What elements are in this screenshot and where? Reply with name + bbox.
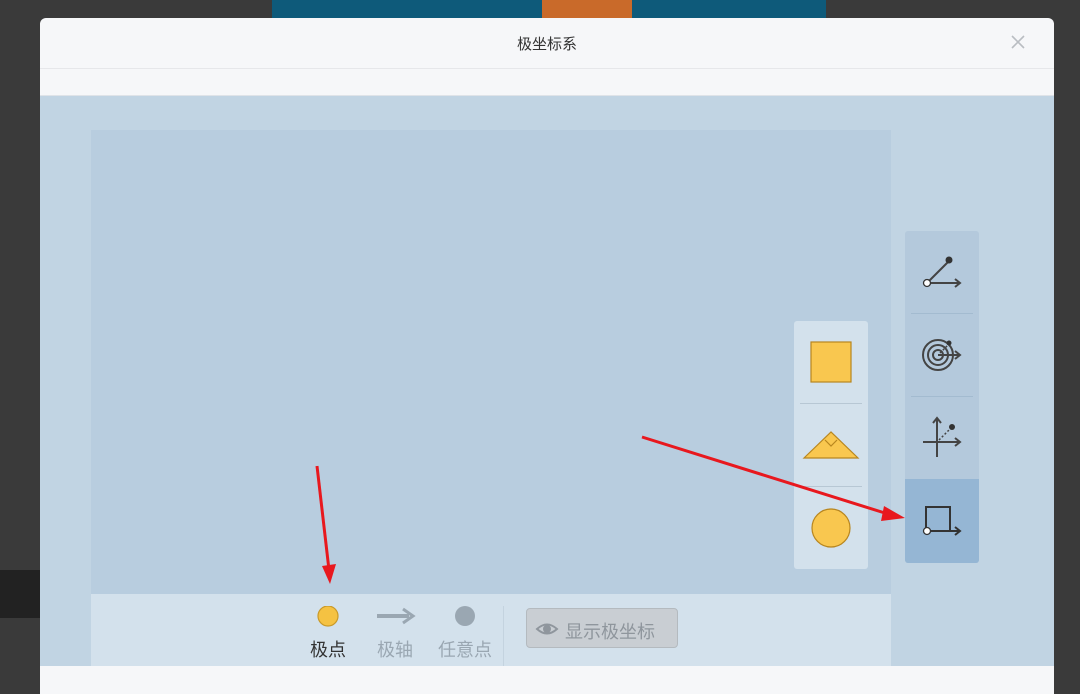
background-image-strip — [272, 0, 826, 18]
circle-shape-icon — [811, 508, 851, 548]
eye-icon — [535, 623, 559, 635]
rectangle-axis-tool[interactable] — [905, 479, 979, 563]
pole-point-label: 极点 — [310, 640, 346, 661]
polar-axis-arrow-icon — [377, 607, 416, 625]
arbitrary-point-label: 任意点 — [438, 640, 492, 661]
polar-axis-label: 极轴 — [377, 640, 413, 661]
polar-coordinate-dialog: 极坐标系 极点 极轴 任意点 显示极坐标 — [40, 18, 1054, 694]
drawing-canvas[interactable] — [91, 130, 891, 594]
triangle-shape-button[interactable] — [794, 404, 868, 486]
arbitrary-point-tool[interactable]: 任意点 — [435, 606, 495, 664]
triangle-shape-icon — [802, 431, 860, 459]
arbitrary-point-icon — [455, 606, 475, 626]
show-polar-coordinates-label: 显示极坐标 — [565, 622, 655, 643]
polar-target-tool[interactable] — [905, 314, 979, 396]
background-wedge — [542, 0, 632, 18]
dialog-footer — [40, 666, 1054, 694]
pole-point-icon — [317, 606, 339, 627]
cartesian-point-tool[interactable] — [905, 397, 979, 479]
close-icon[interactable] — [1006, 30, 1030, 54]
polar-angle-icon — [922, 256, 962, 288]
background-thumbnail — [0, 570, 40, 618]
rectangle-axis-icon — [922, 506, 962, 536]
square-shape-button[interactable] — [794, 321, 868, 403]
coordinate-tool-panel — [905, 231, 979, 563]
workspace: 极点 极轴 任意点 显示极坐标 — [40, 96, 1054, 666]
square-shape-icon — [810, 341, 852, 383]
polar-target-icon — [922, 339, 962, 371]
circle-shape-button[interactable] — [794, 487, 868, 569]
dialog-titlebar: 极坐标系 — [40, 18, 1054, 69]
polar-axis-tool[interactable]: 极轴 — [365, 606, 425, 664]
toolbar-divider — [503, 606, 504, 666]
cartesian-point-icon — [923, 416, 962, 457]
dialog-title: 极坐标系 — [516, 35, 577, 53]
bottom-toolbar: 极点 极轴 任意点 显示极坐标 — [91, 594, 891, 666]
shape-panel — [794, 321, 868, 569]
show-polar-coordinates-button[interactable]: 显示极坐标 — [526, 608, 678, 648]
pole-point-tool[interactable]: 极点 — [298, 606, 358, 664]
polar-angle-tool[interactable] — [905, 231, 979, 313]
dialog-subbar — [40, 69, 1054, 96]
